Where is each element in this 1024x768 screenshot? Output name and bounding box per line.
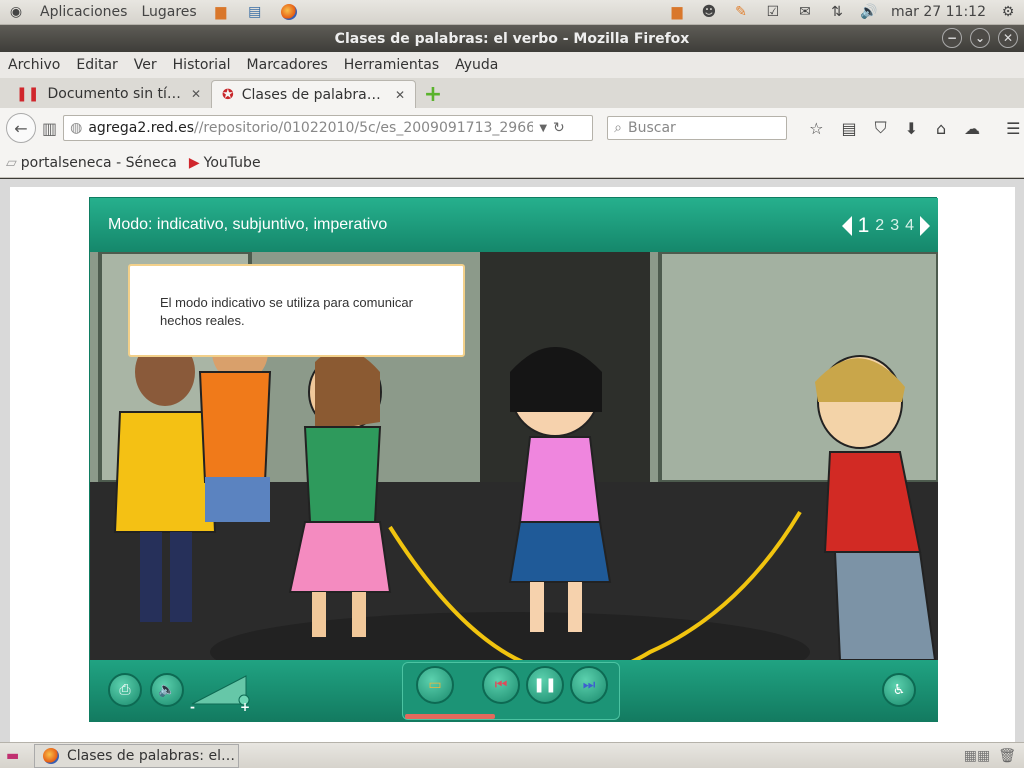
player-header: Modo: indicativo, subjuntivo, imperativo… <box>90 198 938 252</box>
menu-ver[interactable]: Ver <box>126 57 165 73</box>
firefox-icon <box>43 747 59 764</box>
menu-ayuda[interactable]: Ayuda <box>447 57 506 73</box>
volume-plus-label: + <box>240 700 251 714</box>
volume-minus-label: - <box>190 700 195 714</box>
bookmark-label: YouTube <box>203 154 261 171</box>
firefox-icon[interactable] <box>279 2 299 22</box>
sidebar-icon[interactable]: ▥ <box>42 119 57 138</box>
taskbar-window-label: Clases de palabras: el … <box>67 747 237 764</box>
globe-icon: ◍ <box>70 120 83 136</box>
bottom-taskbar: ▬ Clases de palabras: el … ▦▦ 🗑 <box>0 742 1024 768</box>
applet-icon[interactable]: ✎ <box>731 2 751 22</box>
rewind-icon[interactable]: ⏮ <box>482 666 520 704</box>
checkbox-icon[interactable]: ☑ <box>763 2 783 22</box>
page-1[interactable]: 1 <box>858 214 870 238</box>
site-icon: ✪ <box>222 86 234 103</box>
bookmark-star-icon[interactable]: ☆ <box>809 119 823 138</box>
accessibility-icon[interactable]: ♿ <box>882 673 916 707</box>
minimize-icon[interactable]: − <box>942 28 962 48</box>
volume-icon[interactable]: 🔈 <box>150 673 184 707</box>
back-arrow-icon[interactable]: ← <box>6 113 36 143</box>
close-icon[interactable]: ✕ <box>998 28 1018 48</box>
chat-icon[interactable]: ☁ <box>964 119 980 138</box>
page-content: Modo: indicativo, subjuntivo, imperativo… <box>0 179 1024 742</box>
navigation-bar: ← ▥ ◍ agrega2.red.es//repositorio/010220… <box>0 108 1024 148</box>
search-input[interactable]: ⌕ Buscar <box>607 116 788 140</box>
forward-icon[interactable]: ⏭ <box>570 666 608 704</box>
tab-documento[interactable]: ❚❚ Documento sin título ✕ <box>6 80 211 108</box>
url-path: //repositorio/01022010/5c/es_2009091713_… <box>194 120 534 136</box>
clock[interactable]: mar 27 11:12 <box>891 4 986 20</box>
volume-icon[interactable]: 🔊 <box>859 2 879 22</box>
illustration-scene: El modo indicativo se utiliza para comun… <box>90 252 938 660</box>
folder-icon[interactable]: ▆ <box>667 2 687 22</box>
pause-icon: ❚❚ <box>16 86 40 102</box>
menu-marcadores[interactable]: Marcadores <box>239 57 336 73</box>
menu-herramientas[interactable]: Herramientas <box>336 57 447 73</box>
gear-icon[interactable]: ⚙ <box>998 2 1018 22</box>
speech-text: El modo indicativo se utiliza para comun… <box>160 295 413 328</box>
page-3[interactable]: 3 <box>890 217 899 235</box>
search-icon: ⌕ <box>614 120 622 136</box>
menu-bar: Archivo Editar Ver Historial Marcadores … <box>0 52 1024 78</box>
places-menu[interactable]: Lugares <box>141 4 196 20</box>
url-host: agrega2.red.es <box>88 120 194 136</box>
reading-list-icon[interactable]: ▤ <box>841 119 856 138</box>
window-title: Clases de palabras: el verbo - Mozilla F… <box>334 30 690 47</box>
trash-icon[interactable]: 🗑 <box>998 748 1016 764</box>
close-tab-icon[interactable]: ✕ <box>191 87 201 101</box>
users-icon[interactable]: ☻ <box>699 2 719 22</box>
bookmark-youtube[interactable]: ▶ YouTube <box>189 155 261 171</box>
dropdown-icon[interactable]: ▼ <box>539 123 547 134</box>
ubuntu-logo-icon[interactable]: ◉ <box>6 2 26 22</box>
network-icon[interactable]: ⇅ <box>827 2 847 22</box>
menu-historial[interactable]: Historial <box>165 57 239 73</box>
bookmark-label: portalseneca - Séneca <box>20 154 177 171</box>
subtitles-icon[interactable]: ▭ <box>416 666 454 704</box>
bookmarks-bar: ▱ portalseneca - Séneca ▶ YouTube <box>0 148 1024 178</box>
progress-bar[interactable] <box>405 714 495 719</box>
menu-editar[interactable]: Editar <box>68 57 125 73</box>
taskbar-window-firefox[interactable]: Clases de palabras: el … <box>34 743 239 768</box>
youtube-icon: ▶ <box>188 154 200 171</box>
window-titlebar: Clases de palabras: el verbo - Mozilla F… <box>0 25 1024 52</box>
workspace-switcher-icon[interactable]: ▦▦ <box>964 748 990 764</box>
page-2[interactable]: 2 <box>875 217 884 235</box>
print-icon[interactable]: ⎙ <box>108 673 142 707</box>
home-icon[interactable]: ⌂ <box>936 119 946 138</box>
maximize-icon[interactable]: ⌄ <box>970 28 990 48</box>
speech-bubble: El modo indicativo se utiliza para comun… <box>128 264 465 357</box>
page-body: Modo: indicativo, subjuntivo, imperativo… <box>10 187 1015 742</box>
applications-menu[interactable]: Aplicaciones <box>40 4 127 20</box>
reload-icon[interactable]: ↻ <box>553 120 565 136</box>
bookmark-portalseneca[interactable]: ▱ portalseneca - Séneca <box>6 155 177 171</box>
pocket-icon[interactable]: ⛉ <box>875 118 887 138</box>
page-navigator: 1 2 3 4 <box>841 214 930 238</box>
document-icon[interactable]: ▤ <box>245 2 265 22</box>
close-tab-icon[interactable]: ✕ <box>395 88 405 102</box>
hamburger-menu-icon[interactable]: ☰ <box>1006 119 1020 138</box>
tab-label: Clases de palabras: … <box>241 86 387 103</box>
mail-icon[interactable]: ✉ <box>795 2 815 22</box>
page-icon: ▱ <box>6 154 17 171</box>
page-4[interactable]: 4 <box>905 217 914 235</box>
download-icon[interactable]: ⬇ <box>905 119 918 138</box>
search-placeholder: Buscar <box>627 120 676 136</box>
prev-page-icon[interactable] <box>841 216 852 236</box>
url-bar[interactable]: ◍ agrega2.red.es//repositorio/01022010/5… <box>63 115 594 141</box>
lesson-player: Modo: indicativo, subjuntivo, imperativo… <box>89 197 938 722</box>
tab-clases[interactable]: ✪ Clases de palabras: … ✕ <box>211 80 416 108</box>
show-desktop-icon[interactable]: ▬ <box>6 748 19 764</box>
next-page-icon[interactable] <box>920 216 930 236</box>
pause-icon[interactable]: ❚❚ <box>526 666 564 704</box>
menu-archivo[interactable]: Archivo <box>0 57 68 73</box>
player-controls: ⎙ 🔈 - + ▭ ⏮ ❚❚ ⏭ ♿ <box>90 660 938 722</box>
lesson-title: Modo: indicativo, subjuntivo, imperativo <box>108 216 388 233</box>
tab-bar: ❚❚ Documento sin título ✕ ✪ Clases de pa… <box>0 78 1024 108</box>
tab-label: Documento sin título <box>47 86 183 102</box>
folder-icon[interactable]: ▆ <box>211 2 231 22</box>
top-panel: ◉ Aplicaciones Lugares ▆ ▤ ▆ ☻ ✎ ☑ ✉ ⇅ 🔊… <box>0 0 1024 25</box>
new-tab-icon[interactable]: + <box>420 81 446 107</box>
